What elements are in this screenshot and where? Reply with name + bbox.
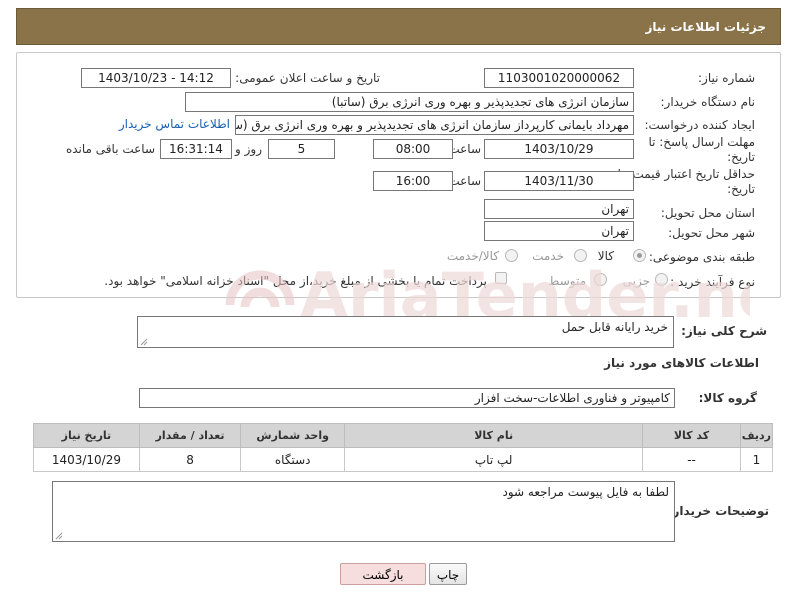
remaining-time-field: 16:31:14 [160, 139, 232, 159]
deadline-time-field: 08:00 [373, 139, 453, 159]
col-row-header: ردیف [739, 423, 774, 448]
buyer-notes-text: لطفا به فایل پیوست مراجعه شود [502, 485, 669, 499]
process-minor-radio[interactable] [655, 273, 668, 286]
treasury-payment-note: پرداخت تمام یا بخشی از مبلغ خرید،از محل … [104, 274, 487, 288]
deadline-time-label: ساعت [448, 142, 481, 156]
buyer-contact-link[interactable]: اطلاعات تماس خریدار [119, 117, 230, 131]
goods-section-title: اطلاعات کالاهای مورد نیاز [604, 356, 759, 370]
buyer-org-label: نام دستگاه خریدار: [660, 95, 756, 109]
process-minor-label: جزیی [622, 274, 650, 288]
goods-group-label: گروه کالا: [698, 391, 757, 405]
table-row: 1 -- لپ تاپ دستگاه 8 1403/10/29 [33, 447, 774, 472]
col-date-header: تاریخ نیاز [33, 423, 140, 448]
goods-group-field: کامپیوتر و فناوری اطلاعات-سخت افزار [139, 388, 675, 408]
delivery-province-label: استان محل تحویل: [660, 206, 755, 220]
category-label: طبقه بندی موضوعی: [648, 250, 755, 264]
delivery-province-field: تهران [484, 199, 634, 219]
deadline-label-line2: تاریخ: [727, 150, 755, 164]
description-textarea[interactable]: خرید رایانه قابل حمل [137, 316, 674, 348]
days-label: روز و [235, 142, 262, 156]
remaining-days-field: 5 [268, 139, 335, 159]
buyer-org-field: سازمان انرژی های تجدیدپذیر و بهره وری ان… [185, 92, 634, 112]
announce-datetime-label: تاریخ و ساعت اعلان عمومی: [235, 71, 380, 85]
deadline-date-field: 1403/10/29 [484, 139, 634, 159]
item-quantity: 8 [138, 447, 242, 472]
treasury-payment-checkbox[interactable] [495, 272, 507, 284]
col-qty-header: تعداد / مقدار [138, 423, 242, 448]
request-creator-field: مهرداد بایمانی کارپرداز سازمان انرژی های… [235, 115, 634, 135]
category-goods-radio[interactable] [633, 249, 646, 262]
row-number: 1 [739, 447, 774, 472]
need-number-label: شماره نیاز: [698, 71, 755, 85]
item-need-date: 1403/10/29 [33, 447, 140, 472]
price-validity-label: حداقل تاریخ اعتبار قیمت: تا تاریخ: [618, 167, 755, 197]
resize-grip-icon[interactable] [140, 338, 148, 346]
purchase-process-label: نوع فرآیند خرید : [670, 275, 755, 289]
category-service-radio[interactable] [574, 249, 587, 262]
category-goods-service-radio[interactable] [505, 249, 518, 262]
item-name: لپ تاپ [344, 447, 644, 472]
deadline-label: مهلت ارسال پاسخ: تا تاریخ: [648, 135, 755, 165]
deadline-label-line1: مهلت ارسال پاسخ: تا [648, 135, 755, 149]
delivery-city-label: شهر محل تحویل: [668, 226, 755, 240]
page-title-bar: جزئیات اطلاعات نیاز [16, 8, 781, 45]
goods-table: ردیف کد کالا نام کالا واحد شمارش تعداد /… [33, 423, 774, 472]
description-text: خرید رایانه قابل حمل [561, 320, 668, 334]
item-code: -- [642, 447, 741, 472]
remaining-time-label: ساعت باقی مانده [65, 142, 155, 156]
announce-datetime-field: 1403/10/23 - 14:12 [81, 68, 231, 88]
col-unit-header: واحد شمارش [240, 423, 346, 448]
resize-grip-icon[interactable] [55, 532, 63, 540]
price-validity-label-line2: تاریخ: [727, 182, 755, 196]
back-button[interactable]: بازگشت [340, 563, 426, 585]
price-validity-date-field: 1403/11/30 [484, 171, 634, 191]
category-goods-service-label: کالا/خدمت [446, 249, 499, 263]
buyer-notes-label: توضیحات خریدار: [667, 504, 769, 518]
goods-table-header: ردیف کد کالا نام کالا واحد شمارش تعداد /… [33, 423, 774, 448]
page-title: جزئیات اطلاعات نیاز [645, 20, 766, 34]
delivery-city-field: تهران [484, 221, 634, 241]
price-validity-time-field: 16:00 [373, 171, 453, 191]
category-service-label: خدمت [532, 249, 564, 263]
price-validity-label-line1: حداقل تاریخ اعتبار قیمت: تا [617, 167, 755, 181]
description-label: شرح کلی نیاز: [681, 324, 767, 338]
need-number-field: 1103001020000062 [484, 68, 634, 88]
col-name-header: نام کالا [344, 423, 644, 448]
print-button[interactable]: چاپ [429, 563, 467, 585]
category-goods-label: کالا [597, 249, 614, 263]
item-unit: دستگاه [240, 447, 346, 472]
buyer-notes-textarea[interactable]: لطفا به فایل پیوست مراجعه شود [52, 481, 675, 542]
process-medium-label: متوسط [548, 274, 586, 288]
col-code-header: کد کالا [642, 423, 741, 448]
price-validity-time-label: ساعت [448, 174, 481, 188]
request-creator-label: ایجاد کننده درخواست: [644, 118, 755, 132]
process-medium-radio[interactable] [594, 273, 607, 286]
